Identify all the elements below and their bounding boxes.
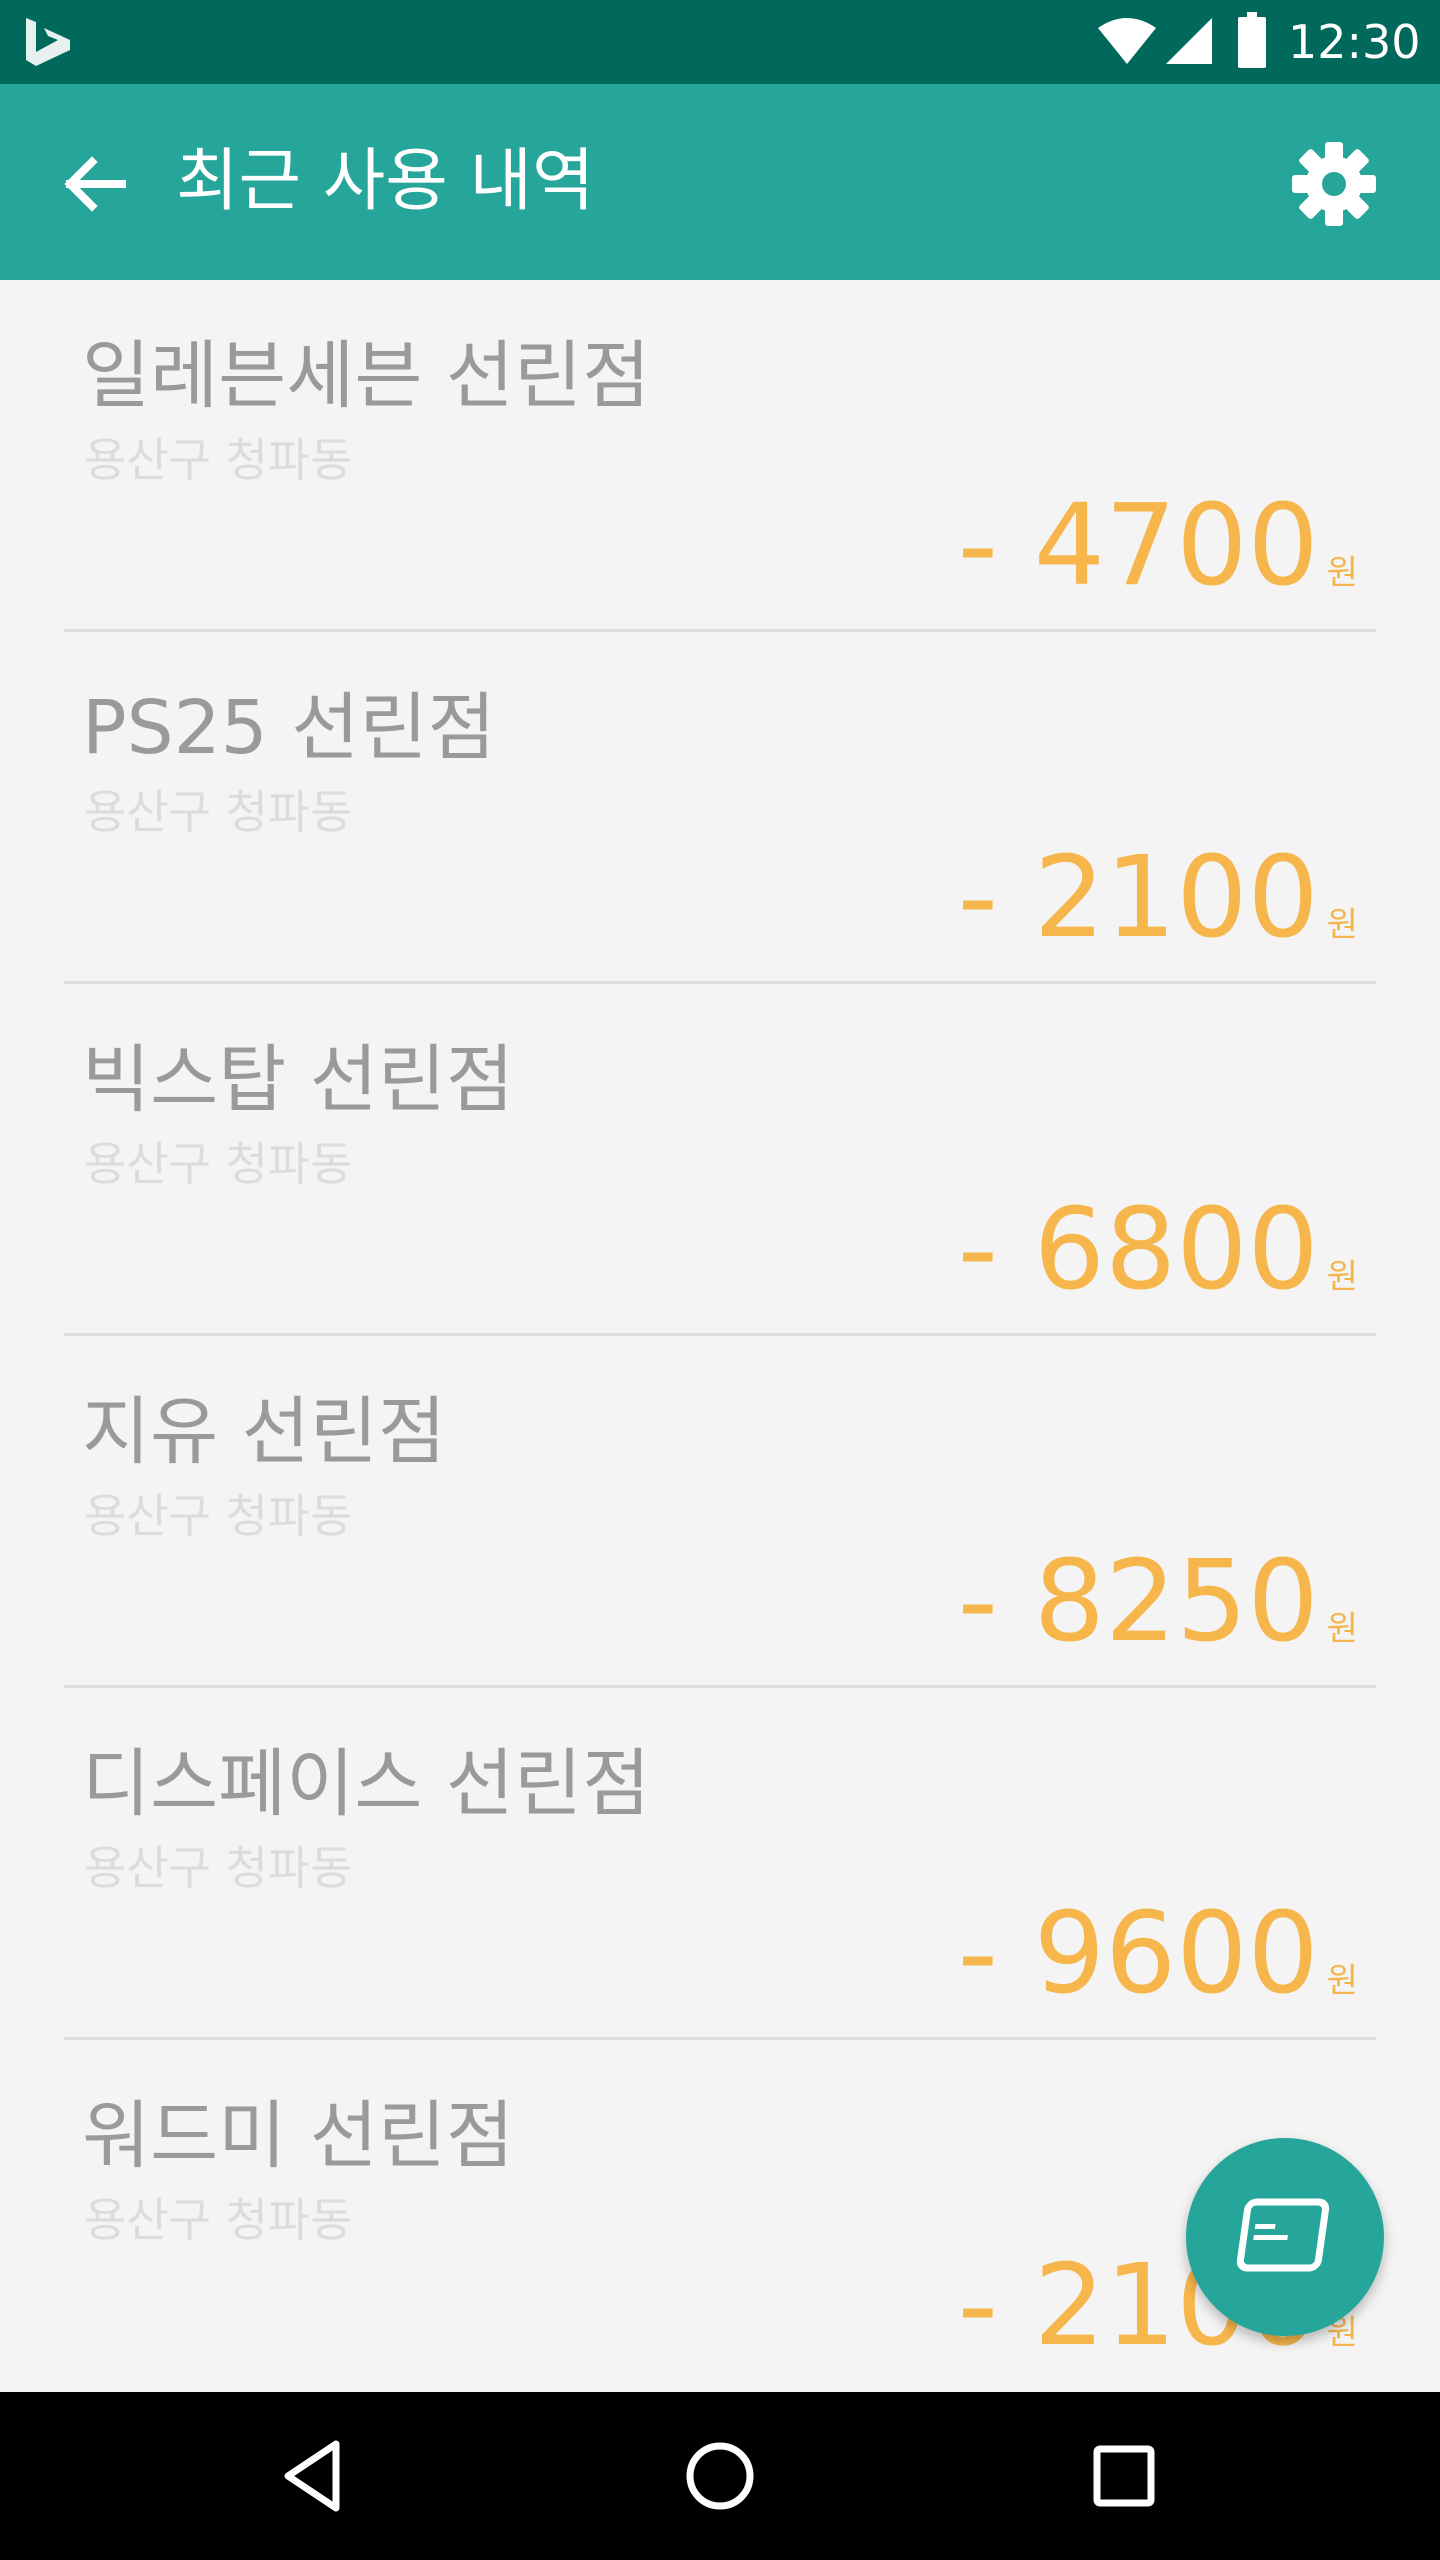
list-item[interactable]: 빅스탑 선린점 용산구 청파동 - 6800 원 [0, 984, 1440, 1336]
wifi-icon [1098, 18, 1156, 64]
app-bar: 최근 사용 내역 [0, 84, 1440, 280]
store-name: 워드미 선린점 [82, 2093, 515, 2179]
amount: - 4700 원 [958, 476, 1358, 616]
list-item[interactable]: PS25 선린점 용산구 청파동 - 2100 원 [0, 632, 1440, 984]
store-name: 지유 선린점 [82, 1389, 446, 1475]
home-circle-icon[interactable] [670, 2426, 770, 2526]
amount-unit: 원 [1326, 553, 1358, 593]
amount-value: - 2100 [957, 833, 1319, 963]
signal-icon [1166, 18, 1212, 64]
store-address: 용산구 청파동 [84, 1489, 353, 1543]
amount-value: - 8250 [957, 1537, 1319, 1667]
amount: - 6800 원 [958, 1180, 1358, 1320]
credit-card-icon [1236, 2198, 1330, 2272]
store-name: PS25 선린점 [82, 685, 496, 771]
amount-unit: 원 [1326, 1609, 1358, 1649]
amount-value: - 9600 [957, 1889, 1319, 2019]
amount: - 8250 원 [958, 1532, 1358, 1672]
list-item[interactable]: 디스페이스 선린점 용산구 청파동 - 9600 원 [0, 1688, 1440, 2040]
amount: - 2100 원 [958, 828, 1358, 968]
status-bar: 12:30 [0, 0, 1440, 84]
store-address: 용산구 청파동 [84, 785, 353, 839]
store-address: 용산구 청파동 [84, 1137, 353, 1191]
store-address: 용산구 청파동 [84, 1841, 353, 1895]
amount-unit: 원 [1326, 905, 1358, 945]
battery-icon [1238, 12, 1266, 68]
amount-value: - 6800 [957, 1185, 1319, 1315]
system-nav-bar [0, 2392, 1440, 2560]
list-item[interactable]: 지유 선린점 용산구 청파동 - 8250 원 [0, 1336, 1440, 1688]
store-name: 디스페이스 선린점 [82, 1741, 651, 1827]
recents-square-icon[interactable] [1074, 2426, 1174, 2526]
amount: - 9600 원 [958, 1884, 1358, 2024]
gear-icon[interactable] [1290, 140, 1378, 228]
bing-logo-icon [26, 18, 70, 66]
store-address: 용산구 청파동 [84, 433, 353, 487]
store-name: 빅스탑 선린점 [82, 1037, 515, 1123]
store-address: 용산구 청파동 [84, 2193, 353, 2247]
amount-value: - 4700 [957, 481, 1319, 611]
amount-unit: 원 [1326, 1961, 1358, 2001]
payment-card-fab[interactable] [1186, 2138, 1384, 2336]
arrow-back-icon[interactable] [56, 144, 136, 224]
page-title: 최근 사용 내역 [176, 142, 595, 221]
store-name: 일레븐세븐 선린점 [82, 333, 651, 419]
list-item[interactable]: 일레븐세븐 선린점 용산구 청파동 - 4700 원 [0, 280, 1440, 632]
amount-unit: 원 [1326, 1257, 1358, 1297]
back-triangle-icon[interactable] [266, 2426, 366, 2526]
status-clock: 12:30 [1288, 15, 1421, 69]
